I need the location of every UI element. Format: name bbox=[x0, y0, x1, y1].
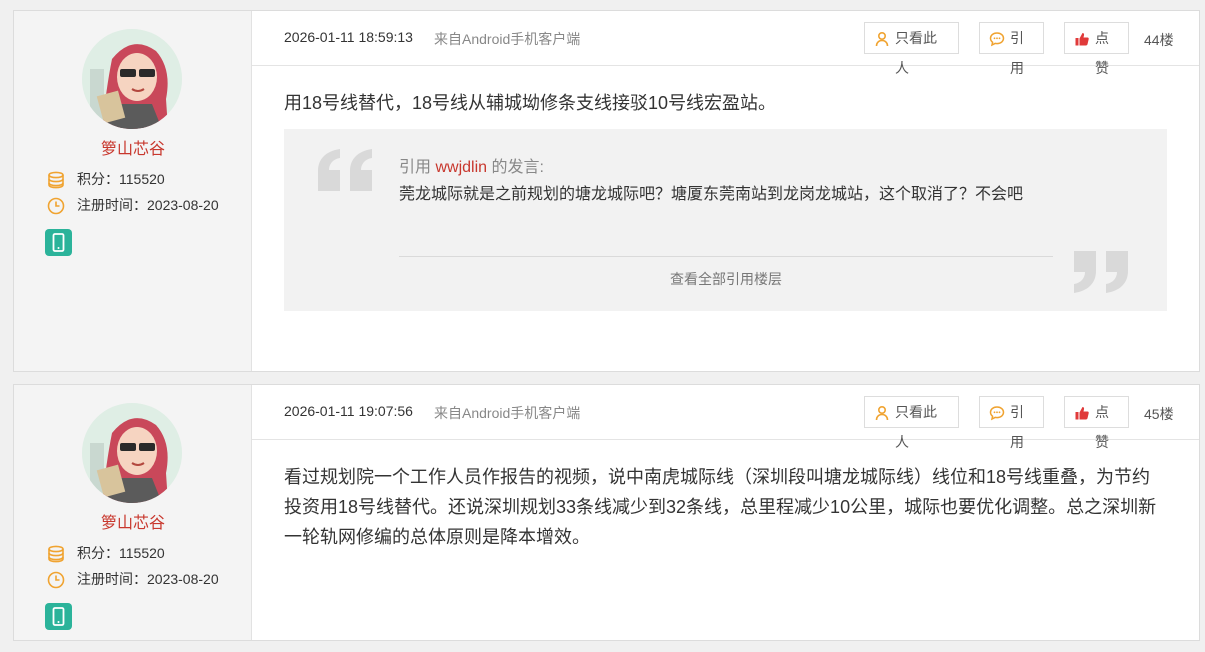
points-row: 积分：115520 bbox=[46, 169, 165, 189]
like-label: 点赞 bbox=[1095, 404, 1109, 450]
points-row: 积分：115520 bbox=[46, 543, 165, 563]
only-this-user-label: 只看此人 bbox=[895, 404, 937, 450]
quote-button[interactable]: 引用 bbox=[979, 22, 1044, 76]
mobile-device-icon bbox=[45, 603, 72, 630]
quote-text: 莞龙城际就是之前规划的塘龙城际吧？塘厦东莞南站到龙岗龙城站，这个取消了？不会吧 bbox=[399, 186, 1024, 203]
post-44: 箩山芯谷 积分：115520 注册时间：2023-08-20 2026-01-1… bbox=[13, 10, 1200, 372]
points-value: 115520 bbox=[119, 171, 165, 187]
quote-button[interactable]: 引用 bbox=[979, 396, 1044, 450]
points-label: 积分： bbox=[77, 545, 119, 561]
mobile-device-icon bbox=[45, 229, 72, 256]
clock-icon bbox=[46, 570, 66, 590]
avatar[interactable] bbox=[82, 29, 182, 129]
person-icon bbox=[875, 405, 889, 421]
quoted-user[interactable]: wwjdlin bbox=[435, 159, 487, 176]
quote-bubble-icon bbox=[989, 406, 1005, 421]
reg-date: 2023-08-20 bbox=[147, 571, 219, 587]
post-main: 2026-01-11 19:07:56 来自Android手机客户端 只看此人 … bbox=[252, 385, 1199, 640]
post-content: 用18号线替代，18号线从辅城坳修条支线接驳10号线宏盈站。 bbox=[284, 93, 777, 113]
quote-block: 引用 wwjdlin 的发言: 莞龙城际就是之前规划的塘龙城际吧？塘厦东莞南站到… bbox=[284, 129, 1167, 311]
avatar[interactable] bbox=[82, 403, 182, 503]
post-main: 2026-01-11 18:59:13 来自Android手机客户端 只看此人 … bbox=[252, 11, 1199, 371]
quote-label: 引用 bbox=[1010, 404, 1024, 450]
thumbs-up-icon bbox=[1075, 407, 1089, 420]
author-sidebar: 箩山芯谷 积分：115520 注册时间：2023-08-20 bbox=[14, 385, 252, 640]
points-label: 积分： bbox=[77, 171, 119, 187]
quote-suffix: 的发言: bbox=[491, 159, 544, 176]
post-header: 2026-01-11 19:07:56 来自Android手机客户端 只看此人 … bbox=[252, 385, 1199, 450]
close-quote-icon bbox=[1074, 251, 1128, 293]
author-name[interactable]: 箩山芯谷 bbox=[14, 135, 252, 159]
floor-number: 45楼 bbox=[1144, 406, 1174, 422]
person-icon bbox=[875, 31, 889, 47]
reg-label: 注册时间： bbox=[77, 197, 147, 213]
post-time: 2026-01-11 18:59:13 bbox=[284, 29, 413, 45]
reg-label: 注册时间： bbox=[77, 571, 147, 587]
post-content: 看过规划院一个工作人员作报告的视频，说中南虎城际线（深圳段叫塘龙城际线）线位和1… bbox=[284, 467, 1157, 547]
post-time: 2026-01-11 19:07:56 bbox=[284, 403, 413, 419]
reg-row: 注册时间：2023-08-20 bbox=[46, 569, 219, 589]
quote-divider bbox=[399, 256, 1053, 257]
only-this-user-button[interactable]: 只看此人 bbox=[864, 22, 959, 76]
quote-prefix: 引用 bbox=[399, 159, 432, 176]
quote-label: 引用 bbox=[1010, 30, 1024, 76]
only-this-user-button[interactable]: 只看此人 bbox=[864, 396, 959, 450]
post-45: 箩山芯谷 积分：115520 注册时间：2023-08-20 2026-01-1… bbox=[13, 384, 1200, 641]
view-all-quotes-link[interactable]: 查看全部引用楼层 bbox=[399, 269, 1053, 289]
open-quote-icon bbox=[318, 149, 372, 191]
floor-number: 44楼 bbox=[1144, 32, 1174, 48]
author-name[interactable]: 箩山芯谷 bbox=[14, 509, 252, 533]
clock-icon bbox=[46, 196, 66, 216]
reg-row: 注册时间：2023-08-20 bbox=[46, 195, 219, 215]
like-button[interactable]: 点赞 bbox=[1064, 396, 1129, 450]
quote-title: 引用 wwjdlin 的发言: bbox=[399, 153, 544, 177]
post-client: 来自Android手机客户端 bbox=[434, 31, 581, 47]
quote-bubble-icon bbox=[989, 32, 1005, 47]
like-button[interactable]: 点赞 bbox=[1064, 22, 1129, 76]
author-sidebar: 箩山芯谷 积分：115520 注册时间：2023-08-20 bbox=[14, 11, 252, 371]
points-value: 115520 bbox=[119, 545, 165, 561]
reg-date: 2023-08-20 bbox=[147, 197, 219, 213]
post-client: 来自Android手机客户端 bbox=[434, 405, 581, 421]
coins-icon bbox=[46, 170, 66, 190]
coins-icon bbox=[46, 544, 66, 564]
thumbs-up-icon bbox=[1075, 33, 1089, 46]
like-label: 点赞 bbox=[1095, 30, 1109, 76]
only-this-user-label: 只看此人 bbox=[895, 30, 937, 76]
post-header: 2026-01-11 18:59:13 来自Android手机客户端 只看此人 … bbox=[252, 11, 1199, 76]
